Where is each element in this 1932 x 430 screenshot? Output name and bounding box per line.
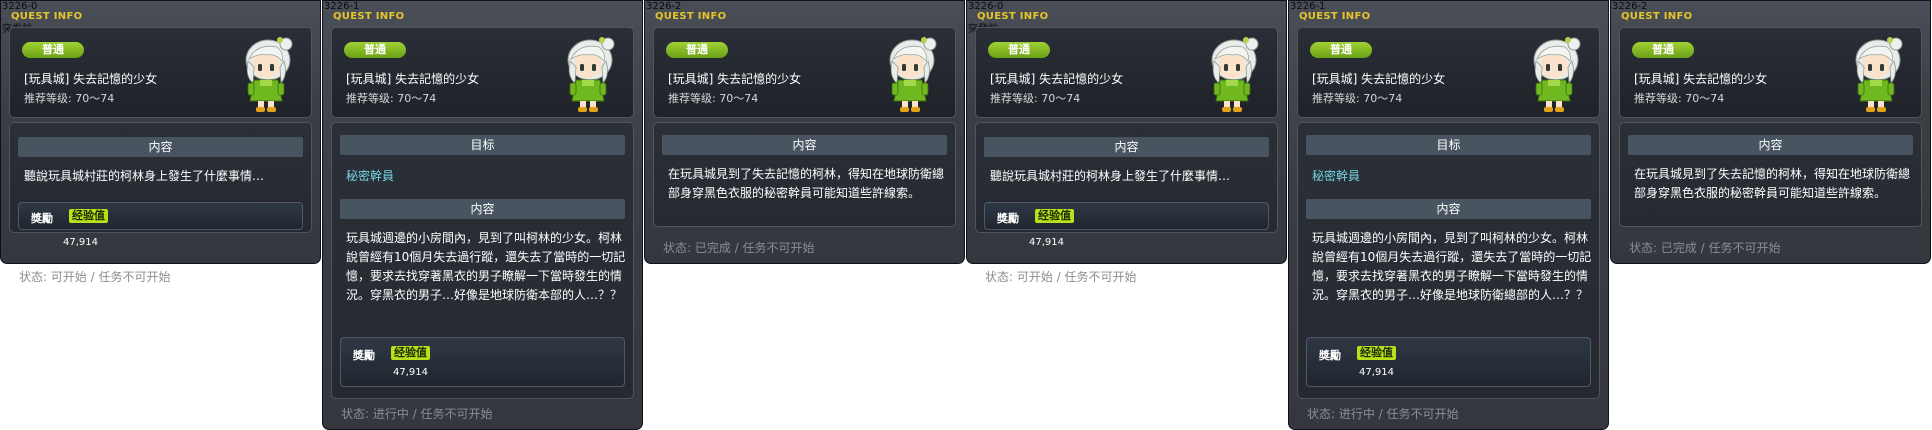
quest-header: 普通 [玩具城] 失去記憶的少女 推荐等级: 70～74	[653, 27, 956, 118]
quest-panel-3: 3226-2 QUEST INFO 普通 [玩具城] 失去記憶的少女 推荐等级:…	[644, 0, 965, 264]
reward-label: 獎勵	[997, 212, 1019, 225]
content-section-header: 内容	[1628, 135, 1913, 155]
npc-avatar-icon	[1211, 36, 1259, 113]
content-section-header: 内容	[18, 137, 303, 157]
npc-avatar-icon	[1855, 36, 1903, 113]
quest-description: 聽說玩具城村莊的柯林身上發生了什麼事情…	[24, 169, 265, 183]
reward-box: 獎勵 经验值 47,914	[340, 337, 625, 387]
quest-panel-6: 3226-2 QUEST INFO 普通 [玩具城] 失去記憶的少女 推荐等级:…	[1610, 0, 1931, 264]
quest-info-label: QUEST INFO	[1621, 11, 1693, 22]
quest-header: 普通 [玩具城] 失去記憶的少女 推荐等级: 70～74	[1619, 27, 1922, 118]
quest-description: 聽說玩具城村莊的柯林身上發生了什麼事情…	[990, 169, 1231, 183]
quest-panel-5: 3226-1 QUEST INFO 普通 [玩具城] 失去記憶的少女 推荐等级:…	[1288, 0, 1609, 430]
quest-description: 玩具城週邊的小房間內，見到了叫柯林的少女。柯林說曾經有10個月失去過行蹤，還失去…	[1312, 231, 1592, 302]
quest-description: 在玩具城見到了失去記憶的柯林，得知在地球防衛總部身穿黑色衣服的秘密幹員可能知道些…	[1634, 167, 1911, 200]
quest-description: 玩具城週邊的小房間內，見到了叫柯林的少女。柯林說曾經有10個月失去過行蹤，還失去…	[346, 231, 626, 302]
quest-title: [玩具城] 失去記憶的少女	[346, 72, 480, 86]
difficulty-badge: 普通	[1310, 42, 1372, 58]
difficulty-badge: 普通	[344, 42, 406, 58]
quest-title: [玩具城] 失去記憶的少女	[990, 72, 1124, 86]
quest-panel-1: 3226-0 QUEST INFO 突发前 普通 [玩具城] 失去記憶的少女 推…	[0, 0, 321, 284]
quest-title: [玩具城] 失去記憶的少女	[24, 72, 158, 86]
recommended-level: 推荐等级: 70～74	[1634, 92, 1725, 105]
quest-body: 内容 在玩具城見到了失去記憶的柯林，得知在地球防衛總部身穿黑色衣服的秘密幹員可能…	[653, 122, 956, 227]
quest-body: 内容 在玩具城見到了失去記憶的柯林，得知在地球防衛總部身穿黑色衣服的秘密幹員可能…	[1619, 122, 1922, 227]
quest-info-label: QUEST INFO	[977, 11, 1049, 22]
quest-description: 在玩具城見到了失去記憶的柯林，得知在地球防衛總部身穿黑色衣服的秘密幹員可能知道些…	[668, 167, 945, 200]
reward-box: 獎勵 经验值	[18, 202, 303, 230]
difficulty-badge: 普通	[1632, 42, 1694, 58]
exp-tag: 经验值	[1035, 209, 1074, 223]
reward-exp-value: 47,914	[1029, 237, 1064, 248]
exp-tag: 经验值	[1357, 346, 1396, 360]
quest-status: 状态: 可开始 / 任务不可开始	[985, 270, 1137, 284]
quest-info-label: QUEST INFO	[1299, 11, 1371, 22]
target-section-header: 目标	[1306, 135, 1591, 155]
quest-info-label: QUEST INFO	[333, 11, 405, 22]
quest-status: 状态: 已完成 / 任务不可开始	[663, 241, 815, 255]
exp-tag: 经验值	[391, 346, 430, 360]
exp-tag: 经验值	[69, 209, 108, 223]
recommended-level: 推荐等级: 70～74	[990, 92, 1081, 105]
npc-avatar-icon	[1533, 36, 1581, 113]
reward-box: 獎勵 经验值 47,914	[1306, 337, 1591, 387]
target-section-header: 目标	[340, 135, 625, 155]
quest-title: [玩具城] 失去記憶的少女	[1312, 72, 1446, 86]
quest-body: 内容 聽說玩具城村莊的柯林身上發生了什麼事情… 獎勵 经验值	[975, 122, 1278, 233]
quest-panel-2: 3226-1 QUEST INFO 普通 [玩具城] 失去記憶的少女 推荐等级:…	[322, 0, 643, 430]
npc-avatar-icon	[567, 36, 615, 113]
content-section-header: 内容	[984, 137, 1269, 157]
quest-status: 状态: 可开始 / 任务不可开始	[19, 270, 171, 284]
npc-avatar-icon	[889, 36, 937, 113]
quest-body: 目标 秘密幹員 内容 玩具城週邊的小房間內，見到了叫柯林的少女。柯林說曾經有10…	[1297, 122, 1600, 399]
reward-box: 獎勵 经验值	[984, 202, 1269, 230]
reward-exp-value: 47,914	[393, 367, 428, 378]
reward-label: 獎勵	[31, 212, 53, 225]
recommended-level: 推荐等级: 70～74	[1312, 92, 1403, 105]
quest-body: 目标 秘密幹員 内容 玩具城週邊的小房間內，見到了叫柯林的少女。柯林說曾經有10…	[331, 122, 634, 399]
difficulty-badge: 普通	[988, 42, 1050, 58]
target-item[interactable]: 秘密幹員	[1312, 167, 1360, 184]
recommended-level: 推荐等级: 70～74	[24, 92, 115, 105]
quest-status: 状态: 已完成 / 任务不可开始	[1629, 241, 1781, 255]
reward-exp-value: 47,914	[1359, 367, 1394, 378]
reward-label: 獎勵	[353, 349, 375, 362]
content-section-header: 内容	[340, 199, 625, 219]
quest-info-label: QUEST INFO	[655, 11, 727, 22]
difficulty-badge: 普通	[666, 42, 728, 58]
reward-exp-value: 47,914	[63, 237, 98, 248]
quest-info-label: QUEST INFO	[11, 11, 83, 22]
quest-status: 状态: 进行中 / 任务不可开始	[341, 407, 493, 421]
quest-title: [玩具城] 失去記憶的少女	[1634, 72, 1768, 86]
quest-header: 普通 [玩具城] 失去記憶的少女 推荐等级: 70～74	[331, 27, 634, 118]
content-section-header: 内容	[1306, 199, 1591, 219]
quest-header: 普通 [玩具城] 失去記憶的少女 推荐等级: 70～74	[975, 27, 1278, 118]
content-section-header: 内容	[662, 135, 947, 155]
recommended-level: 推荐等级: 70～74	[668, 92, 759, 105]
quest-header: 普通 [玩具城] 失去記憶的少女 推荐等级: 70～74	[1297, 27, 1600, 118]
npc-avatar-icon	[245, 36, 293, 113]
difficulty-badge: 普通	[22, 42, 84, 58]
quest-title: [玩具城] 失去記憶的少女	[668, 72, 802, 86]
target-item[interactable]: 秘密幹員	[346, 167, 394, 184]
quest-body: 内容 聽說玩具城村莊的柯林身上發生了什麼事情… 獎勵 经验值	[9, 122, 312, 233]
recommended-level: 推荐等级: 70～74	[346, 92, 437, 105]
quest-panel-4: 3226-0 QUEST INFO 突發前 普通 [玩具城] 失去記憶的少女 推…	[966, 0, 1287, 284]
quest-header: 普通 [玩具城] 失去記憶的少女 推荐等级: 70～74	[9, 27, 312, 118]
reward-label: 獎勵	[1319, 349, 1341, 362]
quest-status: 状态: 进行中 / 任务不可开始	[1307, 407, 1459, 421]
